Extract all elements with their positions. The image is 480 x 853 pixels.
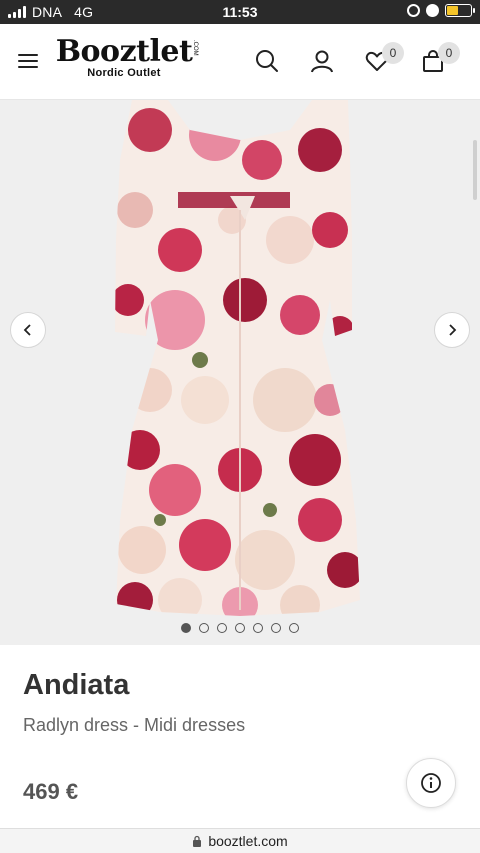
image-pagination bbox=[0, 623, 480, 633]
product-price: 469 € bbox=[23, 779, 79, 804]
scrollbar[interactable] bbox=[473, 140, 477, 200]
pagination-dot[interactable] bbox=[253, 623, 263, 633]
url-text: booztlet.com bbox=[208, 833, 288, 849]
product-gallery[interactable] bbox=[0, 100, 480, 645]
battery-icon bbox=[445, 4, 475, 17]
pagination-dot[interactable] bbox=[217, 623, 227, 633]
product-name: Radlyn dress - Midi dresses bbox=[23, 715, 246, 735]
logo-text: Booztlet bbox=[55, 34, 193, 69]
product-info: Andiata Radlyn dress - Midi dresses 469 … bbox=[0, 645, 480, 828]
status-right bbox=[407, 4, 475, 17]
wishlist-button[interactable]: 0 bbox=[364, 42, 404, 74]
next-image-button[interactable] bbox=[434, 312, 470, 348]
logo[interactable]: Booztlet Nordic Outlet .COM bbox=[54, 34, 198, 79]
wishlist-count-badge: 0 bbox=[382, 42, 404, 64]
previous-image-button[interactable] bbox=[10, 312, 46, 348]
search-icon[interactable] bbox=[254, 48, 280, 74]
floral-dress-image bbox=[115, 100, 360, 616]
site-header: Booztlet Nordic Outlet .COM 0 0 bbox=[0, 24, 480, 100]
pagination-dot[interactable] bbox=[271, 623, 281, 633]
user-icon[interactable] bbox=[309, 48, 335, 74]
lock-icon bbox=[193, 835, 202, 847]
alarm-icon bbox=[426, 4, 439, 17]
orientation-lock-icon bbox=[407, 4, 420, 17]
menu-icon[interactable] bbox=[18, 54, 38, 68]
chevron-left-icon bbox=[23, 324, 31, 336]
pagination-dot[interactable] bbox=[289, 623, 299, 633]
pagination-dot[interactable] bbox=[235, 623, 245, 633]
chevron-right-icon bbox=[449, 324, 457, 336]
pagination-dot[interactable] bbox=[181, 623, 191, 633]
logo-suffix: .COM bbox=[192, 40, 198, 56]
pagination-dot[interactable] bbox=[199, 623, 209, 633]
product-brand[interactable]: Andiata bbox=[23, 669, 129, 702]
battery-level bbox=[447, 6, 458, 15]
info-icon bbox=[421, 773, 441, 793]
browser-url-bar[interactable]: booztlet.com bbox=[0, 828, 480, 853]
info-button[interactable] bbox=[406, 758, 456, 808]
cart-count-badge: 0 bbox=[438, 42, 460, 64]
cart-button[interactable]: 0 bbox=[420, 42, 460, 74]
status-bar: DNA 4G 11:53 bbox=[0, 0, 480, 24]
